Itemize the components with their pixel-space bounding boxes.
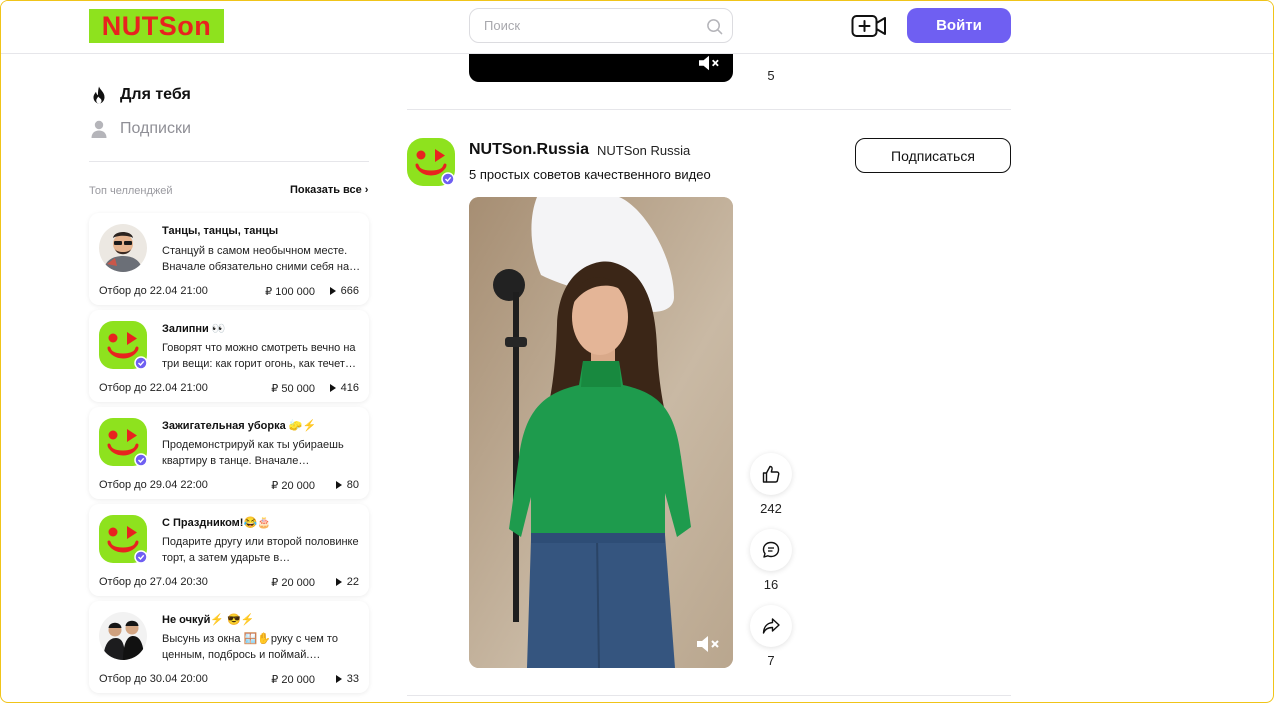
thumbs-up-icon xyxy=(762,465,780,483)
login-button[interactable]: Войти xyxy=(907,8,1011,43)
post-display-name: NUTSon Russia xyxy=(597,143,691,158)
share-arrow-icon xyxy=(762,618,780,634)
video-player[interactable] xyxy=(469,197,733,668)
nav-subscriptions[interactable]: Подписки xyxy=(89,117,191,141)
nutson-logo-avatar xyxy=(99,321,148,370)
challenge-description: Продемонстрируй как ты убираешь квартиру… xyxy=(162,439,344,467)
challenge-title: Зажигательная уборка 🧽⚡ xyxy=(162,420,317,432)
challenge-title: Залипни 👀 xyxy=(162,323,226,335)
views-count: 666 xyxy=(340,285,359,297)
feed-divider xyxy=(407,109,1011,110)
comments-count: 16 xyxy=(763,577,779,592)
nav-for-you[interactable]: Для тебя xyxy=(89,83,191,107)
challenge-card[interactable]: Не очкуй⚡ 😎⚡ Высунь из окна 🪟✋руку с чем… xyxy=(89,601,369,693)
nutson-logo[interactable]: NUTSon xyxy=(89,9,224,43)
challenge-card[interactable]: С Праздником!😂🎂 Подарите другу или второ… xyxy=(89,504,369,596)
challenge-deadline: Отбор до 22.04 21:00 xyxy=(99,285,208,297)
nutson-logo-avatar xyxy=(99,418,148,467)
challenge-card[interactable]: Зажигательная уборка 🧽⚡ Продемонстрируй … xyxy=(89,407,369,499)
challenge-card[interactable]: Танцы, танцы, танцы Станцуй в самом необ… xyxy=(89,213,369,305)
challenge-description: Станцуй в самом необычном месте. Вначале… xyxy=(162,245,361,273)
views-count: 22 xyxy=(346,576,359,588)
comment-button[interactable] xyxy=(750,529,792,571)
challenge-deadline: Отбор до 30.04 20:00 xyxy=(99,673,208,685)
top-header: NUTSon Войти xyxy=(1,1,1273,54)
challenge-description: Подарите другу или второй половинке торт… xyxy=(162,536,359,564)
previous-post-share-count: 5 xyxy=(767,68,775,83)
challenge-prize: ₽ 20 000 xyxy=(271,674,315,686)
nav-label-for-you: Для тебя xyxy=(120,86,191,103)
nutson-logo-avatar xyxy=(99,515,148,564)
comment-icon xyxy=(762,541,780,558)
muted-speaker-icon[interactable] xyxy=(695,633,721,655)
search-input[interactable] xyxy=(470,9,732,42)
duo-avatar xyxy=(99,612,147,660)
flame-icon xyxy=(93,86,105,104)
app-frame: NUTSon Войти Для тебя Подписки xyxy=(0,0,1274,703)
top-challenges-title: Топ челленджей xyxy=(89,185,173,197)
logo-text: NUTSon xyxy=(101,10,212,41)
post-caption: 5 простых советов качественного видео xyxy=(469,167,711,182)
views-count: 33 xyxy=(346,673,359,685)
play-icon xyxy=(335,481,342,489)
likes-count: 242 xyxy=(760,501,782,516)
challenge-title: Не очкуй⚡ 😎⚡ xyxy=(162,614,255,626)
channel-avatar[interactable] xyxy=(407,138,455,186)
post-username[interactable]: NUTSon.Russia xyxy=(469,141,589,159)
challenge-description: Высунь из окна 🪟✋руку с чем то ценным, п… xyxy=(162,633,338,661)
views-count: 80 xyxy=(346,479,359,491)
previous-video-tail[interactable] xyxy=(469,54,733,82)
challenge-views: 33 xyxy=(335,673,359,685)
search-icon[interactable] xyxy=(706,18,723,35)
shares-count: 7 xyxy=(767,653,775,668)
challenge-views: 22 xyxy=(335,576,359,588)
play-icon xyxy=(329,384,336,392)
challenge-title: Танцы, танцы, танцы xyxy=(162,225,279,237)
challenge-title: С Праздником!😂🎂 xyxy=(162,517,271,529)
challenge-prize: ₽ 50 000 xyxy=(271,383,315,395)
challenge-prize: ₽ 100 000 xyxy=(265,286,315,298)
upload-video-icon[interactable] xyxy=(851,14,887,38)
search-box xyxy=(469,8,733,43)
muted-speaker-icon[interactable] xyxy=(697,53,721,73)
challenge-prize: ₽ 20 000 xyxy=(271,577,315,589)
challenge-deadline: Отбор до 29.04 22:00 xyxy=(99,479,208,491)
challenge-views: 80 xyxy=(335,479,359,491)
challenge-description: Говорят что можно смотреть вечно на три … xyxy=(162,342,356,370)
challenge-prize: ₽ 20 000 xyxy=(271,480,315,492)
user-icon xyxy=(91,120,107,138)
challenge-deadline: Отбор до 22.04 21:00 xyxy=(99,382,208,394)
sidebar-divider xyxy=(89,161,369,162)
nav-label-subscriptions: Подписки xyxy=(120,120,191,137)
challenge-card[interactable]: Залипни 👀 Говорят что можно смотреть веч… xyxy=(89,310,369,402)
subscribe-button[interactable]: Подписаться xyxy=(855,138,1011,173)
person-avatar xyxy=(99,224,147,272)
play-icon xyxy=(335,578,342,586)
challenge-views: 666 xyxy=(329,285,359,297)
challenge-views: 416 xyxy=(329,382,359,394)
feed-divider xyxy=(407,695,1011,696)
challenge-deadline: Отбор до 27.04 20:30 xyxy=(99,576,208,588)
play-icon xyxy=(329,287,336,295)
share-button[interactable] xyxy=(750,605,792,647)
play-icon xyxy=(335,675,342,683)
views-count: 416 xyxy=(340,382,359,394)
show-all-link[interactable]: Показать все › xyxy=(290,184,368,196)
like-button[interactable] xyxy=(750,453,792,495)
